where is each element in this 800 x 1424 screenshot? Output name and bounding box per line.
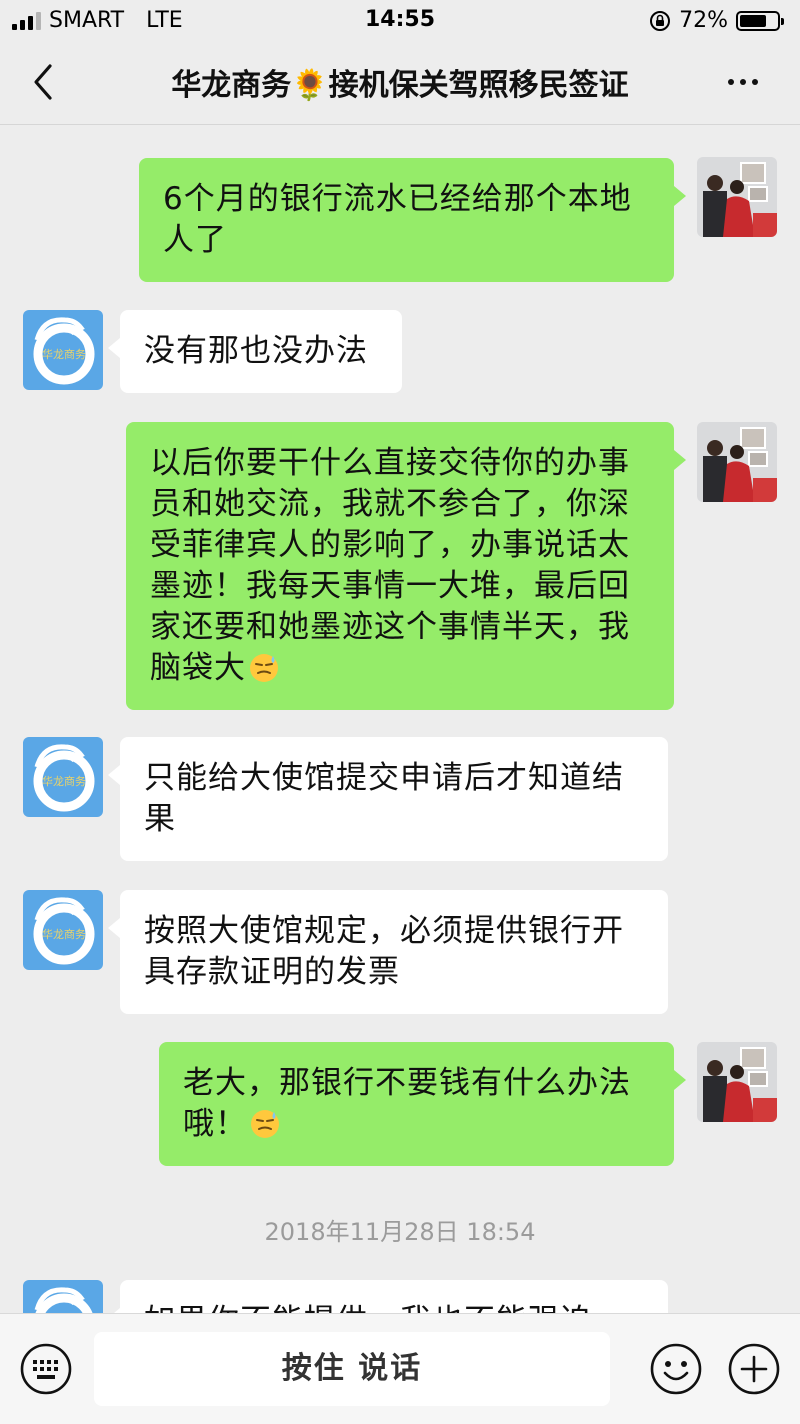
message-bubble-received[interactable]: 如果你不能提供，我也不能强迫: [108, 1280, 668, 1313]
contact-avatar[interactable]: 华龙商务: [23, 310, 103, 390]
wedding-photo-avatar-icon: [697, 1042, 777, 1122]
my-avatar[interactable]: [697, 1042, 777, 1122]
status-right: 72%: [649, 8, 784, 33]
message-list[interactable]: 6个月的银行流水已经给那个本地人了 华龙商务 没有那也没办法 以后你要干什么直接…: [0, 125, 800, 1313]
contact-avatar[interactable]: 华龙商务: [23, 1280, 103, 1313]
hold-to-talk-button[interactable]: 按住 说话: [94, 1332, 610, 1406]
dragon-ring-logo-icon: 华龙商务: [23, 1280, 103, 1313]
plus-icon[interactable]: [728, 1343, 780, 1395]
rotation-lock-icon: [650, 10, 671, 31]
message-bubble-received[interactable]: 没有那也没办法: [108, 310, 402, 393]
emoji-icon[interactable]: [650, 1343, 702, 1395]
message-bubble-sent[interactable]: 老大，那银行不要钱有什么办法哦！: [159, 1042, 686, 1166]
message-bubble-received[interactable]: 只能给大使馆提交申请后才知道结果: [108, 737, 668, 861]
dragon-ring-logo-icon: 华龙商务: [23, 310, 103, 390]
message-bubble-sent[interactable]: 以后你要干什么直接交待你的办事员和她交流，我就不参合了，你深受菲律宾人的影响了，…: [126, 422, 686, 710]
wedding-photo-avatar-icon: [697, 422, 777, 502]
svg-text:华龙商务: 华龙商务: [42, 927, 86, 941]
input-bar: 按住 说话: [0, 1313, 800, 1424]
message-text: 只能给大使馆提交申请后才知道结果: [144, 760, 624, 837]
message-text: 没有那也没办法: [144, 333, 368, 369]
message-text: 按照大使馆规定，必须提供银行开具存款证明的发票: [144, 913, 624, 990]
chat-header: 华龙商务🌻接机保关驾照移民签证: [0, 40, 800, 125]
message-text: 如果你不能提供，我也不能强迫: [144, 1303, 592, 1313]
keyboard-icon[interactable]: [20, 1343, 72, 1395]
more-options-icon[interactable]: [728, 68, 768, 96]
message-bubble-sent[interactable]: 6个月的银行流水已经给那个本地人了: [139, 158, 686, 282]
dragon-ring-logo-icon: 华龙商务: [23, 890, 103, 970]
my-avatar[interactable]: [697, 157, 777, 237]
back-arrow-icon[interactable]: [28, 62, 58, 102]
my-avatar[interactable]: [697, 422, 777, 502]
svg-text:华龙商务: 华龙商务: [42, 774, 86, 788]
dragon-ring-logo-icon: 华龙商务: [23, 737, 103, 817]
contact-avatar[interactable]: 华龙商务: [23, 890, 103, 970]
status-bar: SMART LTE 14:55 72%: [0, 0, 800, 40]
sweat-face-emoji-icon: [251, 1110, 279, 1138]
message-bubble-received[interactable]: 按照大使馆规定，必须提供银行开具存款证明的发票: [108, 890, 668, 1014]
svg-text:华龙商务: 华龙商务: [42, 347, 86, 361]
message-timestamp: 2018年11月28日 18:54: [264, 1218, 536, 1246]
battery-icon: [736, 10, 784, 31]
message-text: 6个月的银行流水已经给那个本地人了: [163, 181, 632, 258]
contact-avatar[interactable]: 华龙商务: [23, 737, 103, 817]
battery-percent: 72%: [679, 8, 728, 33]
sweat-face-emoji-icon: [250, 654, 278, 682]
chat-title: 华龙商务🌻接机保关驾照移民签证: [171, 68, 629, 103]
message-text: 以后你要干什么直接交待你的办事员和她交流，我就不参合了，你深受菲律宾人的影响了，…: [150, 445, 630, 686]
wedding-photo-avatar-icon: [697, 157, 777, 237]
